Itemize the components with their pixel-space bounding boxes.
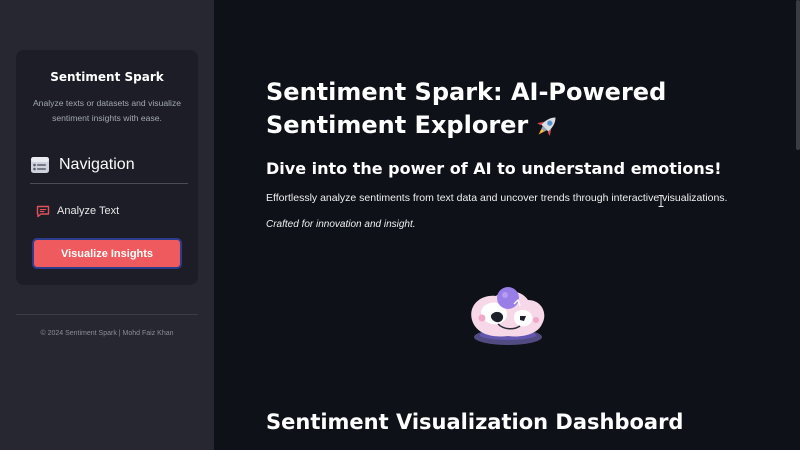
footer-divider — [16, 314, 198, 315]
subtitle: Dive into the power of AI to understand … — [266, 159, 722, 178]
sidebar: Sentiment Spark Analyze texts or dataset… — [0, 0, 214, 450]
sidebar-footer: © 2024 Sentiment Spark | Mohd Faiz Khan — [40, 330, 174, 337]
sentiment-illustration — [471, 287, 545, 345]
scroll-thumb[interactable] — [796, 0, 800, 150]
nav-item-label: Analyze Text — [57, 205, 120, 217]
page-title: Sentiment Spark: AI-Powered Sentiment Ex… — [266, 76, 686, 142]
navigation-divider — [30, 183, 188, 184]
nav-item-analyze-text[interactable]: Analyze Text — [36, 202, 119, 220]
chat-bubble-icon — [36, 205, 50, 217]
app-window: Sentiment Spark Analyze texts or dataset… — [0, 0, 800, 450]
brand-description: Analyze texts or datasets and visualize … — [32, 98, 182, 123]
brand-title: Sentiment Spark — [50, 70, 164, 84]
navigation-header: Navigation — [30, 153, 135, 177]
sidebar-card: Sentiment Spark Analyze texts or dataset… — [16, 50, 198, 285]
visualize-insights-button[interactable]: Visualize Insights — [32, 238, 182, 269]
menu-list-icon — [31, 157, 49, 173]
section-heading: Sentiment Visualization Dashboard — [266, 410, 684, 434]
scrollbar[interactable] — [796, 0, 800, 450]
rocket-icon — [537, 117, 556, 136]
navigation-title: Navigation — [59, 156, 135, 173]
page-title-text: Sentiment Spark: AI-Powered Sentiment Ex… — [266, 78, 667, 139]
main-content: Sentiment Spark: AI-Powered Sentiment Ex… — [214, 0, 800, 450]
tagline: Crafted for innovation and insight. — [266, 219, 416, 230]
text-cursor-icon — [658, 195, 664, 207]
